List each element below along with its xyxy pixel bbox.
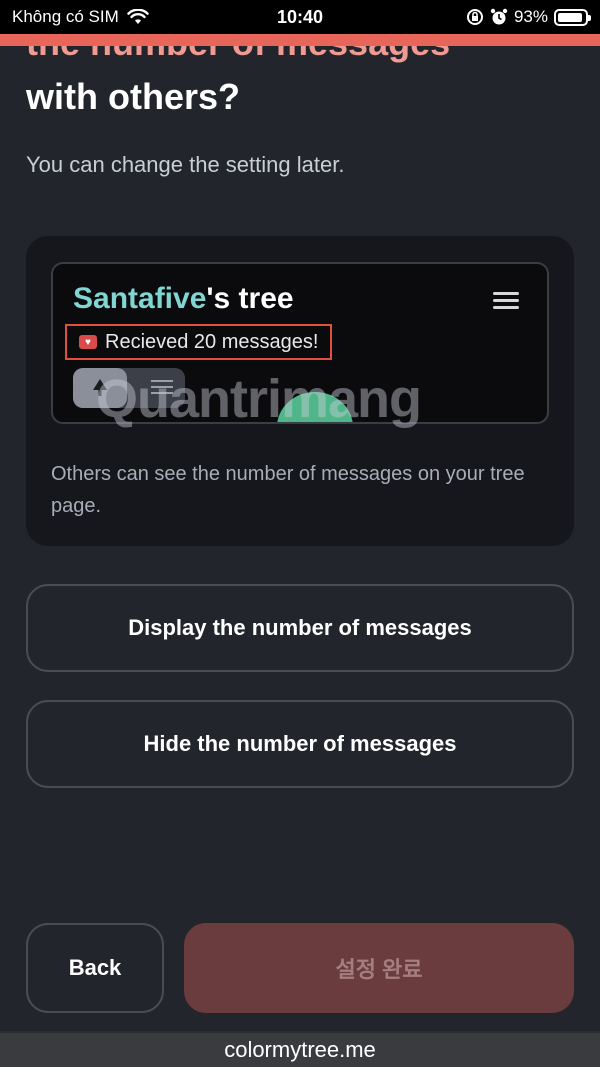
preview-card: Santafive's tree ♥ Recieved 20 messages! bbox=[26, 236, 574, 546]
alarm-icon bbox=[490, 8, 508, 25]
battery-fill bbox=[558, 12, 583, 22]
tree-owner-name: Santafive bbox=[73, 282, 207, 315]
progress-bar bbox=[0, 34, 600, 46]
messages-count-badge: ♥ Recieved 20 messages! bbox=[65, 324, 333, 360]
status-bar: Không có SIM 10:40 93% bbox=[0, 0, 600, 34]
display-count-button[interactable]: Display the number of messages bbox=[26, 584, 574, 672]
watermark-logo: Quantrimang bbox=[96, 369, 422, 429]
screen: Không có SIM 10:40 93% with others? You … bbox=[0, 0, 600, 1067]
status-left: Không có SIM bbox=[12, 7, 149, 27]
wifi-icon bbox=[127, 9, 149, 24]
finish-setup-button[interactable]: 설정 완료 bbox=[184, 923, 574, 1013]
preview-description: Others can see the number of messages on… bbox=[51, 463, 525, 517]
status-right: 93% bbox=[466, 7, 591, 27]
back-button[interactable]: Back bbox=[26, 923, 164, 1013]
rotation-lock-icon bbox=[466, 9, 483, 25]
subtitle: You can change the setting later. bbox=[26, 152, 345, 177]
tree-title-suffix: 's tree bbox=[206, 282, 294, 315]
hide-count-button[interactable]: Hide the number of messages bbox=[26, 700, 574, 788]
carrier-label: Không có SIM bbox=[12, 7, 119, 26]
menu-icon bbox=[493, 292, 519, 310]
messages-count-text: Recieved 20 messages! bbox=[105, 330, 319, 353]
url-bar[interactable]: colormytree.me bbox=[0, 1031, 600, 1067]
page-title: with others? bbox=[26, 76, 240, 117]
heart-icon: ♥ bbox=[79, 335, 97, 349]
battery-icon bbox=[554, 8, 591, 26]
tree-title: Santafive's tree bbox=[73, 282, 294, 316]
battery-percent: 93% bbox=[513, 7, 548, 26]
